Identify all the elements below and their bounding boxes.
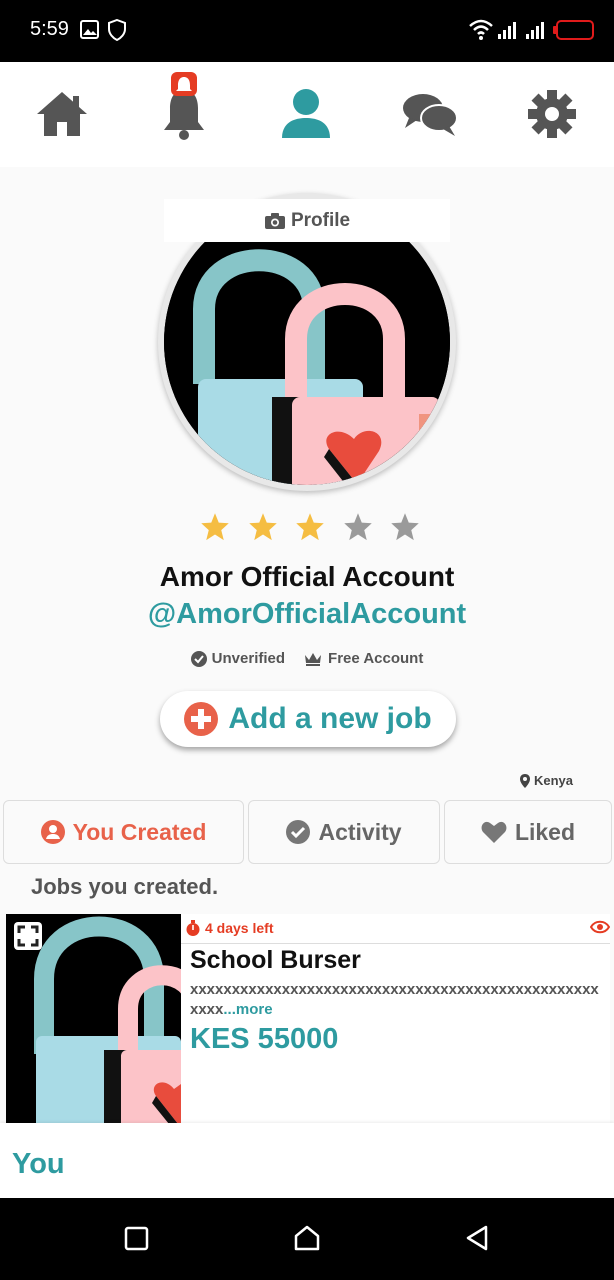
system-navigation-bar: [0, 1198, 614, 1280]
plus-circle-icon: [184, 702, 219, 736]
profile-label-text: Profile: [290, 209, 351, 231]
verification-status: Unverified: [211, 650, 286, 667]
messages-icon: [403, 94, 458, 136]
gallery-icon: [80, 20, 99, 39]
expand-icon[interactable]: [14, 922, 42, 950]
tab-you-created-label: You Created: [72, 818, 207, 845]
star-icon: [343, 513, 372, 541]
section-heading: Jobs you created.: [31, 874, 219, 899]
add-new-job-label: Add a new job: [228, 702, 432, 735]
nav-messages[interactable]: [400, 84, 460, 144]
signal-icon: [498, 22, 516, 39]
stopwatch-icon: [186, 920, 200, 936]
back-icon[interactable]: [464, 1224, 490, 1252]
check-circle-icon: [190, 650, 207, 667]
user-circle-icon: [40, 820, 65, 844]
settings-icon: [528, 90, 576, 138]
star-icon: [201, 513, 229, 541]
shield-icon: [108, 19, 126, 41]
verification-badge: Unverified: [190, 650, 286, 667]
account-type: Free Account: [328, 650, 424, 667]
job-price: KES 55000: [190, 1023, 339, 1055]
nav-profile[interactable]: [276, 84, 336, 144]
more-link[interactable]: ...more: [223, 1001, 272, 1018]
divider: [181, 943, 610, 944]
profile-icon: [282, 89, 330, 138]
change-photo-button[interactable]: Profile: [164, 199, 450, 242]
signal-icon: [526, 22, 544, 39]
recent-apps-icon[interactable]: [124, 1226, 150, 1252]
job-title: School Burser: [190, 946, 361, 974]
notifications-icon: [164, 72, 204, 140]
time-left-text: 4 days left: [205, 920, 274, 936]
account-badges: Unverified Free Account: [0, 650, 614, 667]
tab-you-created[interactable]: You Created: [3, 800, 244, 864]
home-icon: [37, 92, 87, 136]
star-icon: [296, 513, 324, 541]
bottom-sheet: [0, 1123, 614, 1198]
time-left: 4 days left: [186, 920, 273, 936]
nav-notifications[interactable]: [154, 72, 214, 144]
eye-icon[interactable]: [590, 920, 610, 934]
status-bar: 5:59: [0, 0, 614, 62]
display-name: Amor Official Account: [159, 561, 455, 592]
nav-home[interactable]: [32, 84, 92, 144]
username: @AmorOfficialAccount: [147, 598, 467, 630]
crown-icon: [305, 652, 322, 666]
map-marker-icon: [520, 773, 530, 788]
tab-liked-label: Liked: [514, 818, 576, 845]
home-button-icon[interactable]: [293, 1224, 321, 1252]
add-new-job-button[interactable]: Add a new job: [160, 691, 456, 747]
status-time: 5:59: [30, 18, 69, 40]
tab-activity-label: Activity: [318, 818, 402, 845]
camera-icon: [264, 212, 285, 229]
battery-icon: [553, 20, 594, 40]
location: Kenya: [520, 773, 573, 788]
check-circle-icon: [286, 820, 311, 844]
account-type-badge: Free Account: [303, 650, 423, 667]
top-navigation: [0, 62, 614, 167]
nav-settings[interactable]: [522, 84, 582, 144]
star-icon: [391, 513, 419, 541]
tab-activity[interactable]: Activity: [248, 800, 440, 864]
job-description: xxxxxxxxxxxxxxxxxxxxxxxxxxxxxxxxxxxxxxxx…: [190, 980, 600, 1020]
star-rating: [200, 512, 420, 546]
tab-liked[interactable]: Liked: [444, 800, 612, 864]
heart-icon: [481, 821, 507, 843]
star-icon: [248, 513, 277, 541]
bottom-sheet-title: You: [12, 1148, 65, 1180]
wifi-icon: [469, 19, 493, 40]
location-text: Kenya: [534, 773, 574, 788]
